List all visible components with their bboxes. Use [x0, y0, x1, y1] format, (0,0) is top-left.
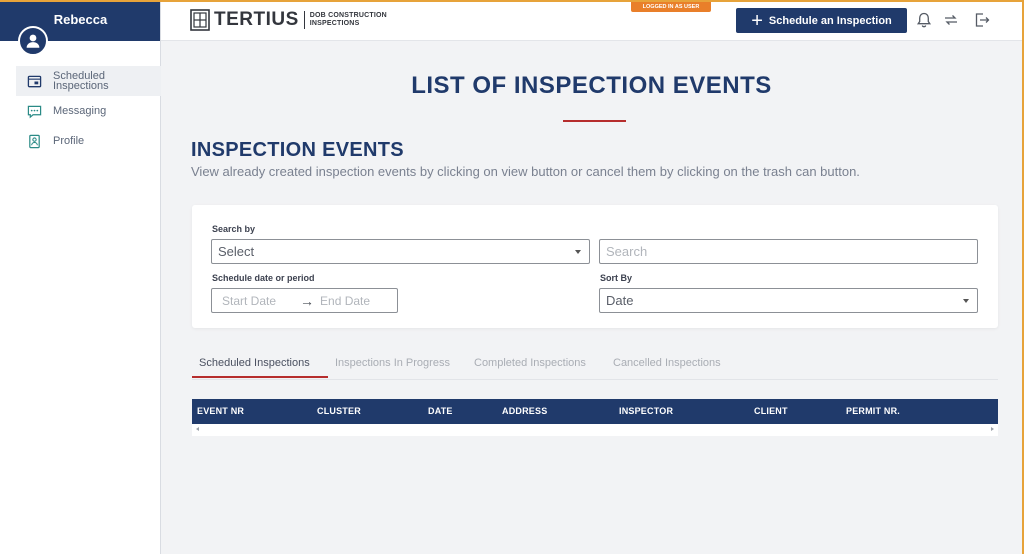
brand-name: TERTIUS [214, 9, 299, 30]
section-description: View already created inspection events b… [191, 164, 860, 179]
column-header-address[interactable]: ADDRESS [502, 406, 547, 416]
arrow-right-icon: → [300, 292, 315, 309]
top-header: TERTIUS DOB CONSTRUCTION INSPECTIONS LOG… [161, 0, 1024, 41]
sort-by-value: Date [606, 293, 634, 308]
inspection-tabs: Scheduled Inspections Inspections In Pro… [192, 355, 998, 380]
tab-completed-inspections[interactable]: Completed Inspections [474, 355, 586, 379]
title-underline [563, 120, 626, 122]
logged-in-badge: LOGGED IN AS USER [631, 2, 711, 12]
start-date-field[interactable]: Start Date [222, 294, 276, 308]
brand-subtitle: DOB CONSTRUCTION INSPECTIONS [310, 12, 387, 28]
caret-down-icon [575, 250, 581, 254]
tertius-logo-icon [190, 9, 210, 31]
search-by-value: Select [218, 244, 255, 259]
search-field[interactable] [599, 239, 978, 264]
sidebar-item-label: Profile [53, 135, 85, 147]
tab-cancelled-inspections[interactable]: Cancelled Inspections [613, 355, 721, 379]
sidebar-item-scheduled-inspections[interactable]: Scheduled Inspections [16, 66, 161, 96]
brand-subtitle-line1: DOB CONSTRUCTION [309, 12, 387, 19]
date-range-picker[interactable]: Start Date → End Date [211, 288, 398, 313]
brand-logo[interactable]: TERTIUS DOB CONSTRUCTION INSPECTIONS [190, 9, 387, 31]
search-by-label: Search by [212, 224, 256, 234]
refresh-icon[interactable] [942, 11, 960, 29]
schedule-date-label: Schedule date or period [212, 273, 315, 283]
chat-icon [26, 103, 42, 119]
sidebar-item-messaging[interactable]: Messaging [16, 96, 161, 126]
schedule-inspection-label: Schedule an Inspection [768, 14, 892, 27]
brand-divider [303, 11, 305, 29]
column-header-cluster[interactable]: CLUSTER [317, 406, 361, 416]
logout-icon[interactable] [973, 11, 991, 29]
page-title: LIST OF INSPECTION EVENTS [411, 72, 772, 99]
top-accent-bar [0, 0, 1024, 2]
column-header-event-nr[interactable]: EVENT NR [197, 406, 244, 416]
column-header-inspector[interactable]: INSPECTOR [619, 406, 673, 416]
scroll-right-icon[interactable] [991, 427, 994, 431]
schedule-inspection-button[interactable]: + Schedule an Inspection [736, 8, 907, 33]
caret-down-icon [963, 299, 969, 303]
table-horizontal-scrollbar[interactable] [192, 424, 998, 436]
avatar[interactable] [18, 26, 48, 56]
brand-subtitle-line2: INSPECTIONS [309, 20, 360, 27]
filter-card: Search by Select Schedule date or period… [192, 205, 998, 328]
user-name: Rebecca [53, 12, 108, 27]
scroll-left-icon[interactable] [196, 427, 199, 431]
sidebar-item-label: Messaging [53, 105, 107, 117]
bell-icon[interactable] [915, 11, 933, 29]
search-by-select[interactable]: Select [211, 239, 590, 264]
sidebar-item-label: Scheduled Inspections [53, 70, 109, 92]
sidebar: Rebecca Scheduled Inspections Messaging … [0, 0, 161, 554]
section-title: INSPECTION EVENTS [191, 139, 404, 161]
end-date-field[interactable]: End Date [320, 294, 370, 308]
sidebar-item-profile[interactable]: Profile [16, 126, 161, 156]
sidebar-nav: Scheduled Inspections Messaging Profile [16, 66, 161, 156]
column-header-permit-nr[interactable]: PERMIT NR. [846, 406, 900, 416]
plus-icon: + [751, 9, 763, 32]
sort-by-label: Sort By [600, 273, 633, 283]
column-header-client[interactable]: CLIENT [754, 406, 788, 416]
search-input[interactable] [606, 240, 977, 263]
sort-by-select[interactable]: Date [599, 288, 978, 313]
tab-inspections-in-progress[interactable]: Inspections In Progress [335, 355, 450, 379]
table-header: EVENT NR CLUSTER DATE ADDRESS INSPECTOR … [192, 399, 998, 424]
active-tab-underline [192, 376, 328, 378]
profile-icon [26, 133, 42, 149]
calendar-icon [26, 73, 42, 89]
user-icon [26, 34, 40, 48]
column-header-date[interactable]: DATE [428, 406, 453, 416]
